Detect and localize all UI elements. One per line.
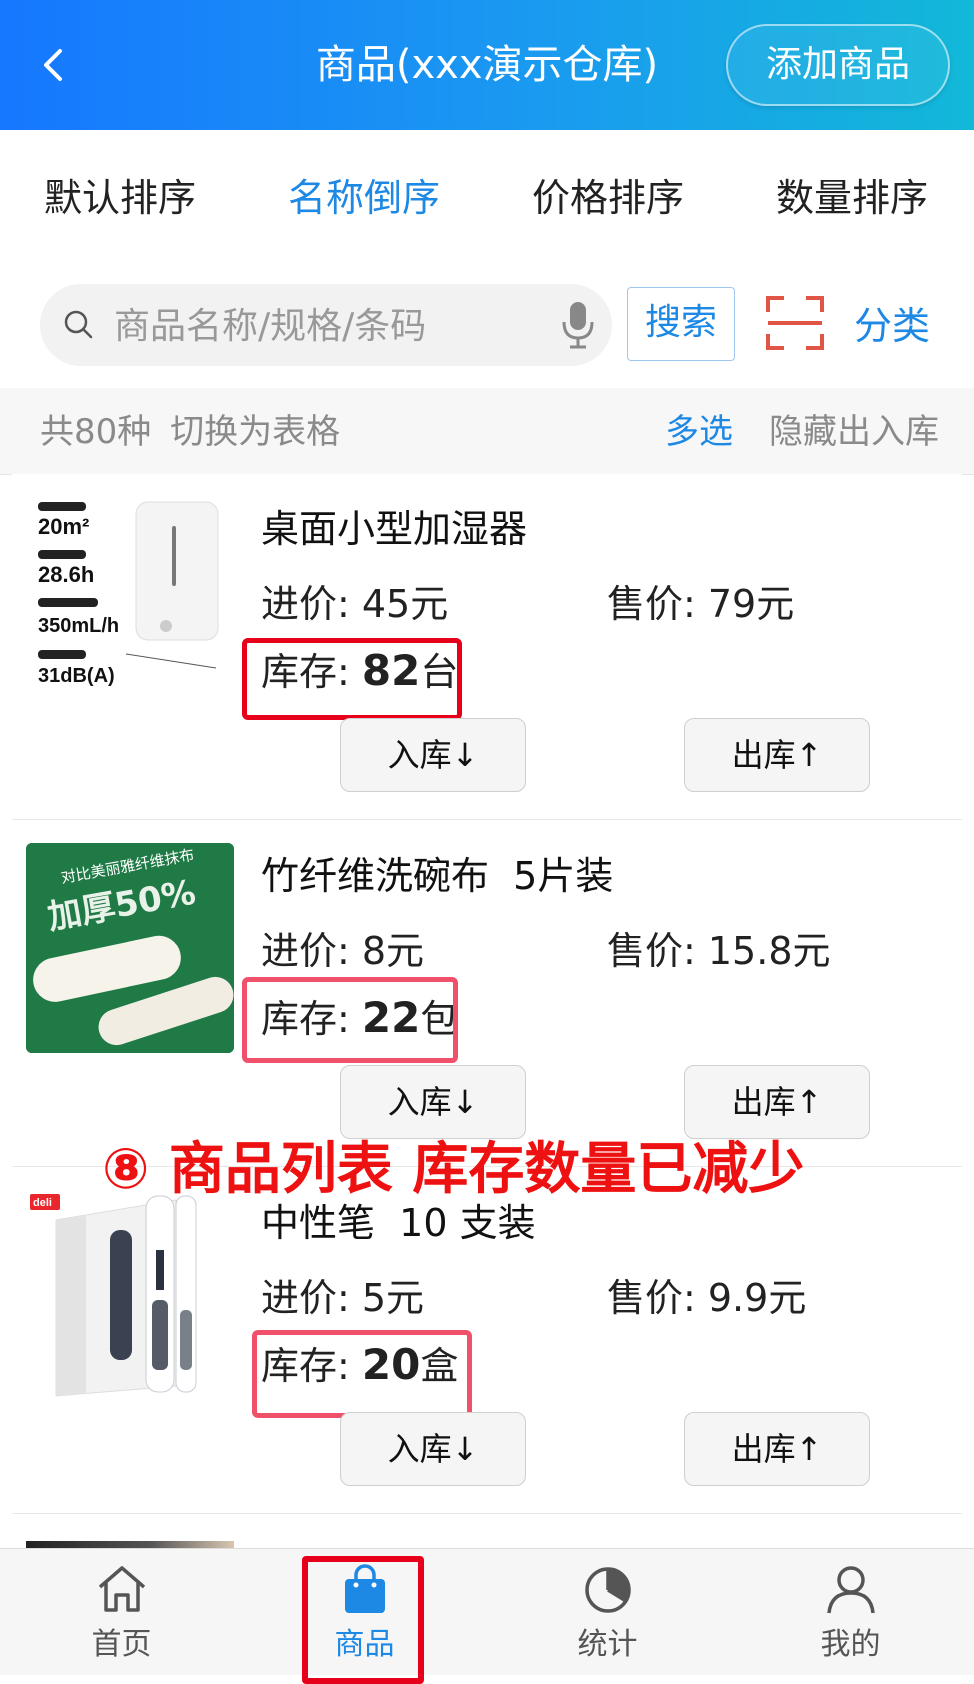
multi-select-button[interactable]: 多选	[665, 410, 733, 454]
stock-out-button[interactable]: 出库↑	[684, 718, 870, 792]
stock-out-button[interactable]: 出库↑	[684, 1412, 870, 1486]
header-bar: 商品(xxx演示仓库) 添加商品	[0, 0, 974, 130]
thumb-spec-4: 31dB(A)	[38, 665, 115, 687]
stock-in-button[interactable]: 入库↓	[340, 718, 526, 792]
product-count: 共80种	[40, 412, 152, 452]
sort-default-tab[interactable]: 默认排序	[44, 174, 196, 222]
category-button[interactable]: 分类	[854, 302, 930, 350]
search-field[interactable]	[40, 284, 612, 366]
purchase-price: 进价: 5元	[261, 1276, 425, 1320]
product-card[interactable]: 20m² 28.6h 350mL/h 31dB(A) 桌面小型加湿器 进价: 4…	[12, 474, 962, 820]
tab-home[interactable]: 首页	[0, 1549, 243, 1675]
product-image-humidifier: 20m² 28.6h 350mL/h 31dB(A)	[26, 496, 234, 706]
tab-statistics[interactable]: 统计	[486, 1549, 729, 1675]
tab-highlight-box	[302, 1556, 424, 1684]
sale-price: 售价: 9.9元	[607, 1276, 807, 1320]
sale-price: 售价: 15.8元	[607, 929, 831, 973]
microphone-icon[interactable]	[560, 300, 596, 350]
thumb-brand: deli	[33, 1197, 52, 1209]
add-product-button[interactable]: 添加商品	[726, 24, 950, 106]
purchase-price: 进价: 45元	[261, 582, 449, 626]
tab-label: 首页	[91, 1627, 152, 1662]
stock-out-button[interactable]: 出库↑	[684, 1065, 870, 1139]
product-image-dishcloth: 对比美丽雅纤维抹布 加厚50%	[26, 843, 234, 1053]
search-icon	[64, 310, 93, 339]
stock-in-button[interactable]: 入库↓	[340, 1412, 526, 1486]
sort-price-tab[interactable]: 价格排序	[532, 174, 684, 222]
search-button[interactable]: 搜索	[627, 287, 735, 361]
list-info-row: 共80种 切换为表格 多选 隐藏出入库	[0, 388, 974, 475]
bottom-tab-bar: 首页 商品 统计 我的	[0, 1548, 974, 1675]
user-icon	[827, 1566, 875, 1614]
scan-icon[interactable]	[766, 296, 824, 350]
product-name: 桌面小型加湿器	[261, 507, 528, 551]
stock-highlight-box	[242, 638, 462, 720]
sale-price: 售价: 79元	[607, 582, 795, 626]
switch-table-link[interactable]: 切换为表格	[170, 412, 340, 452]
hide-stock-io-button[interactable]: 隐藏出入库	[769, 410, 939, 454]
stats-icon	[585, 1567, 631, 1613]
tab-mine[interactable]: 我的	[729, 1549, 972, 1675]
purchase-price: 进价: 8元	[261, 929, 425, 973]
sort-name-desc-tab[interactable]: 名称倒序	[288, 174, 440, 222]
tab-label: 我的	[820, 1627, 881, 1662]
thumb-spec-2: 28.6h	[38, 562, 94, 587]
stock-highlight-box	[252, 1330, 472, 1418]
search-bar: 搜索 分类	[0, 258, 974, 389]
search-input[interactable]	[112, 300, 556, 352]
home-icon	[98, 1566, 146, 1612]
stock-highlight-box	[242, 977, 458, 1063]
product-image-gel-pen: deli	[26, 1190, 234, 1400]
product-name: 竹纤维洗碗布 5片装	[261, 854, 614, 898]
product-card[interactable]: 对比美丽雅纤维抹布 加厚50% 竹纤维洗碗布 5片装 进价: 8元 售价: 15…	[12, 821, 962, 1167]
product-card[interactable]: deli 中性笔 10 支装 进价: 5元 售价: 9.9元 库存: 20盒 入…	[12, 1168, 962, 1514]
sort-quantity-tab[interactable]: 数量排序	[776, 174, 928, 222]
step-annotation: ⑧ 商品列表 库存数量已减少	[102, 1137, 805, 1202]
thumb-spec-1: 20m²	[38, 514, 89, 539]
thumb-spec-3: 350mL/h	[38, 615, 119, 637]
tab-label: 统计	[577, 1627, 638, 1662]
sort-bar: 默认排序 名称倒序 价格排序 数量排序	[0, 130, 974, 259]
stock-in-button[interactable]: 入库↓	[340, 1065, 526, 1139]
